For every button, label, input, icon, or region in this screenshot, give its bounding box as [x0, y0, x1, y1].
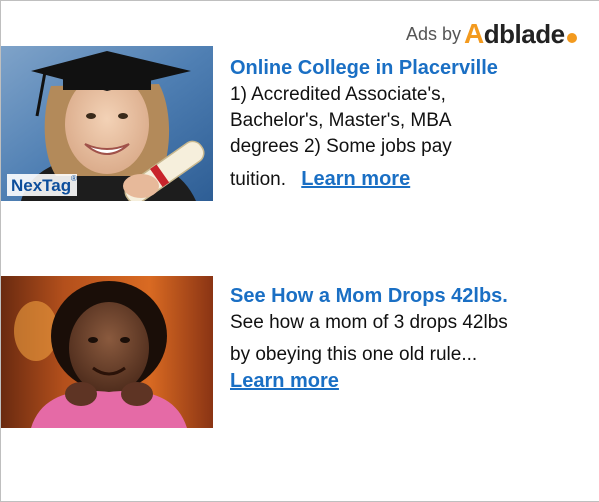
- ad-text: See How a Mom Drops 42lbs. See how a mom…: [230, 284, 599, 395]
- ad-description-line: Bachelor's, Master's, MBA: [230, 110, 452, 131]
- learn-more-link[interactable]: Learn more: [301, 168, 410, 190]
- ad-thumbnail-mom[interactable]: [1, 276, 213, 428]
- ad-title-link[interactable]: See How a Mom Drops 42lbs.: [230, 284, 599, 308]
- ad-title-link[interactable]: Online College in Placerville: [230, 56, 599, 80]
- ads-by-label: Ads by: [406, 23, 462, 44]
- ads-by-adblade[interactable]: Ads by A dblade: [406, 18, 577, 50]
- adblade-logo[interactable]: A dblade: [464, 18, 577, 50]
- ad-text: Online College in Placerville 1) Accredi…: [230, 56, 599, 193]
- ad-description-line: by obeying this one old rule...: [230, 344, 478, 365]
- graduate-photo-icon: NexTag ®: [1, 46, 213, 201]
- mom-photo-icon: [1, 276, 213, 428]
- ad-description-line: degrees 2) Some jobs pay: [230, 136, 452, 157]
- ad-description: 1) Accredited Associate's, Bachelor's, M…: [230, 82, 550, 193]
- adblade-logo-dot-icon: [566, 33, 577, 43]
- ad-widget: Ads by A dblade NexTag ® Online College …: [0, 0, 599, 502]
- adblade-logo-text: dblade: [483, 19, 565, 49]
- adblade-logo-a: A: [464, 18, 484, 49]
- ad-thumbnail-graduate[interactable]: NexTag ®: [1, 46, 213, 201]
- nextag-badge-mark: ®: [71, 174, 77, 183]
- ad-description-line: See how a mom of 3 drops 42lbs: [230, 312, 508, 333]
- nextag-badge: NexTag: [11, 176, 71, 195]
- learn-more-link[interactable]: Learn more: [230, 370, 339, 392]
- ad-description-line: tuition.: [230, 169, 286, 190]
- ad-description-line: 1) Accredited Associate's,: [230, 84, 446, 105]
